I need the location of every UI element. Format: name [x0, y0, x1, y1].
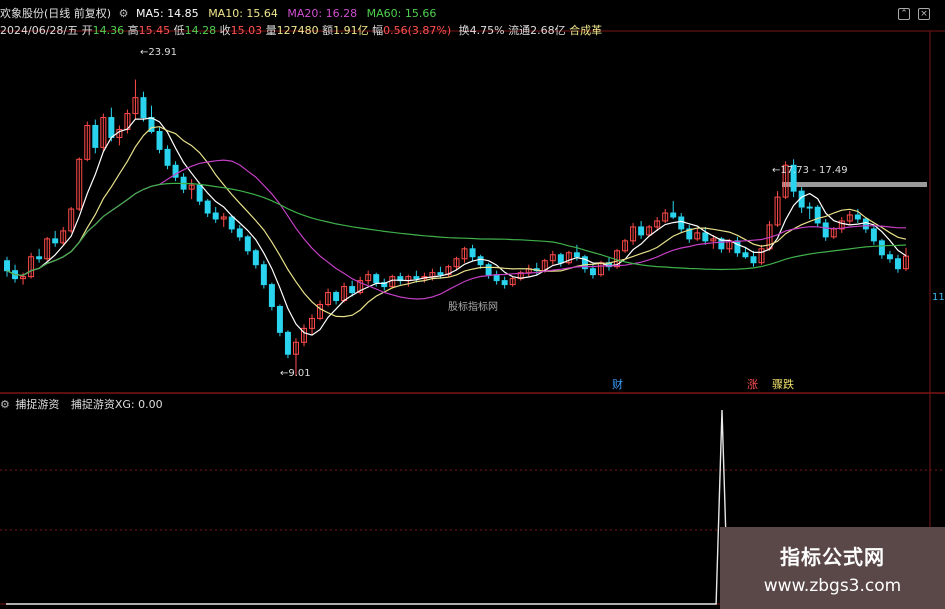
ma60-label: MA60: 15.66 [366, 7, 437, 20]
candle-body [276, 305, 283, 333]
center-watermark: 股标指标网 [448, 302, 498, 313]
candle-body [678, 216, 685, 230]
high-value: 15.45 [138, 24, 171, 37]
event-tag-zhang[interactable]: 涨 [747, 376, 758, 392]
candle-body [573, 252, 580, 258]
candle-body [437, 272, 444, 276]
candle-body [196, 184, 203, 202]
candle-body [501, 280, 508, 286]
low-label: 低 [173, 24, 185, 37]
low-value: 14.28 [184, 24, 217, 37]
candle-body [108, 117, 115, 138]
candle-body [469, 248, 476, 258]
ma20-label: MA20: 16.28 [287, 7, 358, 20]
candle-body [204, 200, 211, 214]
change-value: 0.56(3.87%) [383, 24, 452, 37]
candle-body [156, 130, 163, 150]
candle-body [92, 125, 99, 148]
high-price-label: 23.91 [148, 47, 178, 58]
header-line-2: 2024/06/28/五 开14.36 高15.45 低14.28 收15.03… [0, 24, 602, 37]
candle-body [236, 228, 243, 238]
candle-body [244, 236, 251, 252]
watermark-url: www.zbgs3.com [763, 576, 902, 596]
ma10-label: MA10: 15.64 [208, 7, 278, 20]
candle-body [284, 331, 291, 355]
candle-body [886, 254, 893, 260]
settings-gear-icon[interactable]: ⚙ [119, 7, 129, 20]
candle-body [477, 256, 484, 266]
candle-body [638, 226, 645, 236]
candle-body [862, 218, 869, 230]
close-label: 收 [219, 24, 231, 37]
candle-body [806, 206, 813, 209]
site-watermark: 指标公式网 www.zbgs3.com [720, 527, 945, 609]
candle-body [878, 240, 885, 256]
watermark-title: 指标公式网 [780, 545, 885, 569]
ma20-line [6, 159, 906, 300]
sector-value: 合成革 [569, 24, 603, 37]
candle-body [485, 264, 492, 276]
candle-body [894, 258, 901, 270]
candle-body [822, 222, 829, 238]
candle-body [670, 212, 677, 218]
event-tag-cai[interactable]: 财 [612, 376, 623, 392]
candle-body [854, 214, 861, 220]
float-cap-value: 流通2.68亿 [508, 24, 566, 37]
indicator-title: 捕捉游资 [15, 398, 60, 411]
close-icon[interactable]: × [918, 8, 930, 20]
range-bar [782, 182, 927, 187]
candle-body [702, 232, 709, 242]
candle-body [814, 206, 821, 224]
volume-value: 127480 [276, 24, 319, 37]
candle-body [52, 238, 59, 244]
change-label: 幅 [372, 24, 384, 37]
indicator-gear-icon[interactable]: ⚙ [0, 398, 10, 411]
candle-body [36, 256, 43, 260]
candle-body [413, 276, 420, 280]
candle-body [349, 286, 356, 294]
candle-body [493, 274, 500, 282]
amount-value: 1.91亿 [333, 24, 369, 37]
candle-body [268, 284, 275, 307]
stock-name: 欢象股份(日线 前复权) [0, 7, 112, 20]
candle-body [212, 212, 219, 220]
open-value: 14.36 [92, 24, 125, 37]
indicator-header: ⚙ 捕捉游资 捕捉游资XG: 0.00 [0, 398, 163, 411]
low-price-marker: ←9.01 [280, 368, 311, 379]
candle-body [750, 256, 757, 264]
turnover-value: 换4.75% [458, 24, 505, 37]
close-value: 15.03 [230, 24, 263, 37]
candle-body [228, 216, 235, 230]
right-edge-label: 11 [932, 292, 945, 303]
candle-body [589, 268, 596, 276]
candle-body [4, 260, 11, 272]
collapse-icon[interactable]: ⌃ [898, 8, 910, 20]
open-label: 开 [81, 24, 93, 37]
candle-body [333, 292, 340, 302]
header-line-1: 欢象股份(日线 前复权) ⚙ MA5: 14.85 MA10: 15.64 MA… [0, 7, 436, 20]
range-label: 17.73 - 17.49 [780, 165, 848, 176]
range-marker: ←17.73 - 17.49 [772, 165, 848, 176]
candle-body [870, 228, 877, 242]
candle-body [164, 148, 171, 166]
volume-label: 量 [265, 24, 277, 37]
candle-body [734, 240, 741, 254]
indicator-value: 捕捉游资XG: 0.00 [70, 398, 163, 411]
low-price-label: 9.01 [288, 368, 311, 379]
candle-body [140, 97, 147, 119]
quote-date: 2024/06/28/五 [0, 24, 79, 37]
candle-body [252, 250, 259, 266]
candle-body [742, 252, 749, 258]
high-price-marker: ←23.91 [140, 47, 178, 58]
high-label: 高 [127, 24, 139, 37]
amount-label: 额 [322, 24, 334, 37]
candle-body [373, 274, 380, 284]
event-tag-jiaodie[interactable]: 骤跌 [772, 376, 794, 392]
ma5-label: MA5: 14.85 [135, 7, 199, 20]
candle-body [557, 254, 564, 264]
candle-body [260, 264, 267, 286]
ma10-line [6, 126, 907, 318]
